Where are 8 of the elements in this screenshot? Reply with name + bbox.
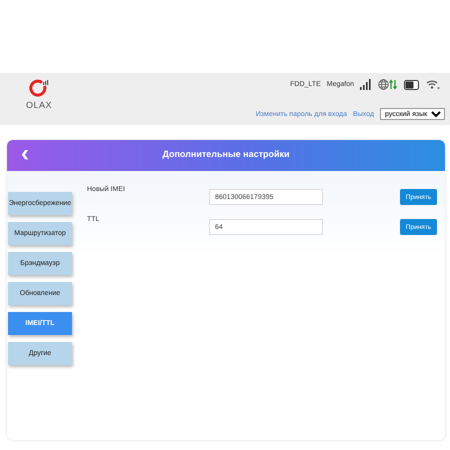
logo-text: OLAX [26, 100, 52, 110]
globe-data-icon [378, 79, 398, 90]
signal-icon [360, 79, 372, 90]
logo-icon [29, 79, 49, 99]
back-button[interactable]: ‹ [21, 140, 29, 168]
wifi-icon [426, 79, 440, 90]
battery-icon [404, 80, 420, 90]
panel-title: Дополнительные настройки [162, 148, 290, 161]
